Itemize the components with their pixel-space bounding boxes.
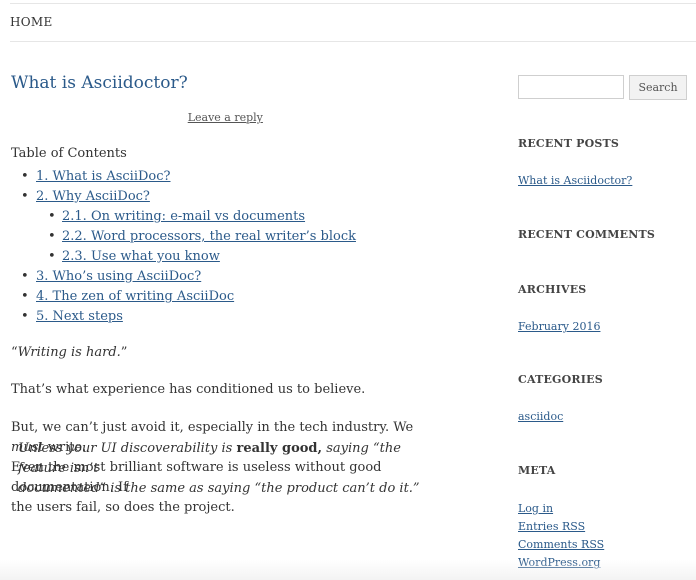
meta-link-comments-rss[interactable]: Comments RSS	[518, 536, 604, 554]
toc-sublist: 2.1. On writing: e-mail vs documents 2.2.…	[36, 207, 356, 267]
archives-heading: ARCHIVES	[518, 283, 587, 296]
recent-post-link[interactable]: What is Asciidoctor?	[518, 174, 632, 187]
recent-posts-heading: RECENT POSTS	[518, 137, 620, 150]
search-button[interactable]: Search	[629, 75, 687, 100]
meta-link-entries-rss[interactable]: Entries RSS	[518, 518, 604, 536]
quote-line: “Writing is hard.”	[11, 345, 128, 360]
quote-text: Writing is hard.	[17, 345, 121, 360]
meta-link-login[interactable]: Log in	[518, 500, 604, 518]
toc-item: 1. What is AsciiDoc?	[11, 167, 356, 187]
toc-link[interactable]: 2. Why AsciiDoc?	[36, 189, 150, 204]
search-input[interactable]	[518, 75, 624, 99]
recent-comments-heading: RECENT COMMENTS	[518, 228, 655, 241]
toc-subitem: 2.1. On writing: e-mail vs documents	[36, 207, 356, 227]
toc-item: 5. Next steps	[11, 307, 356, 327]
category-link[interactable]: asciidoc	[518, 410, 563, 423]
toc-item: 3. Who’s using AsciiDoc?	[11, 267, 356, 287]
toc-sublink[interactable]: 2.2. Word processors, the real writer’s …	[62, 229, 356, 244]
meta-heading: META	[518, 464, 556, 477]
toc-subitem: 2.3. Use what you know	[36, 247, 356, 267]
nav-home-link[interactable]: HOME	[10, 15, 53, 29]
archive-link[interactable]: February 2016	[518, 320, 600, 333]
table-of-contents: 1. What is AsciiDoc? 2. Why AsciiDoc? 2.1.…	[11, 167, 356, 327]
bottom-fade	[0, 560, 696, 580]
toc-link[interactable]: 5. Next steps	[36, 309, 123, 324]
toc-link[interactable]: 4. The zen of writing AsciiDoc	[36, 289, 234, 304]
blockquote: Unless your UI discoverability is really…	[18, 441, 420, 496]
top-nav: HOME	[10, 3, 696, 42]
toc-sublink[interactable]: 2.3. Use what you know	[62, 249, 220, 264]
toc-item: 2. Why AsciiDoc? 2.1. On writing: e-mail …	[11, 187, 356, 267]
toc-subitem: 2.2. Word processors, the real writer’s …	[36, 227, 356, 247]
post-content: What is Asciidoctor? Leave a reply Table…	[11, 72, 441, 515]
toc-link[interactable]: 3. Who’s using AsciiDoc?	[36, 269, 201, 284]
toc-sublink[interactable]: 2.1. On writing: e-mail vs documents	[62, 209, 305, 224]
toc-item: 4. The zen of writing AsciiDoc	[11, 287, 356, 307]
categories-heading: CATEGORIES	[518, 373, 603, 386]
toc-title: Table of Contents	[11, 146, 127, 161]
post-title[interactable]: What is Asciidoctor?	[11, 73, 188, 93]
toc-link[interactable]: 1. What is AsciiDoc?	[36, 169, 171, 184]
paragraph-1: That’s what experience has conditioned u…	[11, 382, 366, 397]
leave-reply-link[interactable]: Leave a reply	[188, 111, 263, 124]
